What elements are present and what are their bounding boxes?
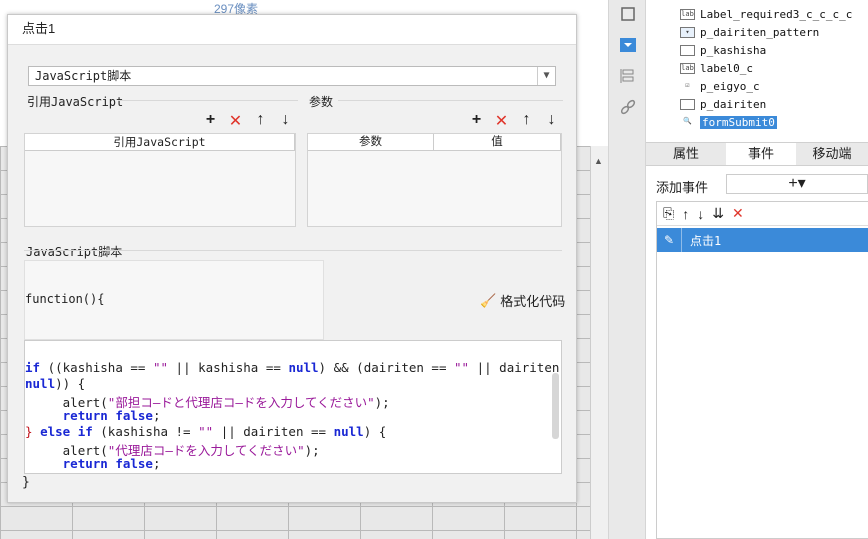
event-editor-dialog: 点击1 JavaScript脚本 ▼ 引用JavaScript + ✕ ↑ ↓ …	[7, 14, 577, 503]
col-param: 参数	[308, 134, 434, 150]
code-line: return false;	[62, 456, 161, 471]
tree-item[interactable]: ☑ p_eigyo_c	[680, 77, 760, 95]
param-toolbar: + ✕ ↑ ↓	[468, 111, 560, 131]
delete-icon[interactable]: ✕	[227, 111, 244, 131]
dropdown-widget-icon[interactable]	[618, 35, 638, 55]
edit-pencil-icon[interactable]: ✎	[657, 228, 682, 252]
dialog-title: 点击1	[8, 15, 576, 45]
tab-mobile[interactable]: 移动端	[796, 143, 868, 165]
move-down-icon[interactable]: ↓	[543, 111, 560, 131]
table-header: 参数 值	[308, 134, 561, 151]
right-panel: lab Label_required3_c_c_c_c ▾ p_dairiten…	[646, 0, 868, 539]
move-bottom-icon[interactable]: ⇊	[712, 205, 724, 222]
delete-icon[interactable]: ✕	[732, 205, 744, 222]
table-header: 引用JavaScript	[25, 134, 295, 151]
add-icon[interactable]: +	[468, 111, 485, 131]
layout-widget-icon[interactable]	[618, 66, 638, 86]
label-widget-icon: lab	[680, 62, 695, 74]
col-value: 值	[434, 134, 561, 150]
delete-icon[interactable]: ✕	[493, 111, 510, 131]
divider	[338, 100, 563, 101]
tree-item[interactable]: lab Label_required3_c_c_c_c	[680, 5, 852, 23]
tree-item-selected[interactable]: 🔍 formSubmit0	[680, 113, 777, 131]
function-signature: function(){	[25, 292, 105, 306]
format-code-button[interactable]: 🧹 格式化代码	[480, 291, 565, 310]
textbox-widget-icon	[680, 44, 695, 56]
event-row-selected[interactable]: ✎ 点击1	[657, 228, 868, 252]
add-event-row: 添加事件 +▾	[646, 172, 868, 198]
property-tabs: 属性 事件 移动端	[646, 142, 868, 166]
tab-properties[interactable]: 属性	[646, 143, 726, 165]
col-ref-js: 引用JavaScript	[25, 134, 295, 150]
param-table[interactable]: 参数 值	[307, 133, 562, 227]
ref-js-toolbar: + ✕ ↑ ↓	[202, 111, 294, 131]
code-line: } else if (kashisha != "" || dairiten ==…	[25, 424, 387, 439]
copy-icon[interactable]: ⎘	[663, 205, 674, 222]
tree-item[interactable]: p_kashisha	[680, 41, 766, 59]
code-editor[interactable]: if ((kashisha == "" || kashisha == null)…	[24, 340, 562, 474]
divider	[118, 100, 298, 101]
scroll-up-arrow-icon[interactable]: ▲	[594, 156, 603, 166]
broom-icon: 🧹	[480, 292, 497, 308]
textbox-widget-icon	[680, 98, 695, 110]
move-up-icon[interactable]: ↑	[682, 206, 689, 222]
checkbox-widget-icon: ☑	[680, 80, 695, 92]
event-list: ⎘ ↑ ↓ ⇊ ✕ ✎ 点击1	[656, 201, 868, 539]
label-widget-icon: lab	[680, 8, 695, 20]
form-search-icon: 🔍	[680, 116, 695, 128]
vertical-toolbar	[608, 0, 646, 539]
move-down-icon[interactable]: ↓	[277, 111, 294, 131]
ref-js-table[interactable]: 引用JavaScript	[24, 133, 296, 227]
move-up-icon[interactable]: ↑	[252, 111, 269, 131]
add-event-label: 添加事件	[656, 180, 709, 195]
add-event-button[interactable]: +▾	[726, 174, 868, 194]
add-icon[interactable]: +	[202, 111, 219, 131]
script-type-select[interactable]: JavaScript脚本 ▼	[28, 66, 556, 86]
ref-js-section-label: 引用JavaScript	[27, 95, 124, 109]
tree-item[interactable]: ▾ p_dairiten_pattern	[680, 23, 819, 41]
move-down-icon[interactable]: ↓	[697, 206, 704, 222]
dropdown-widget-icon: ▾	[680, 26, 695, 38]
divider	[24, 250, 562, 251]
code-line: return false;	[62, 408, 161, 423]
code-line: null)) {	[25, 376, 86, 391]
closing-brace: }	[22, 475, 30, 490]
link-icon[interactable]	[618, 97, 638, 117]
script-section-label: JavaScript脚本	[26, 245, 123, 259]
tab-events[interactable]: 事件	[726, 143, 796, 165]
crop-frame-icon[interactable]	[618, 4, 638, 24]
move-up-icon[interactable]: ↑	[518, 111, 535, 131]
tree-item[interactable]: lab label0_c	[680, 59, 753, 77]
tree-item[interactable]: p_dairiten	[680, 95, 766, 113]
code-scrollbar[interactable]	[552, 373, 559, 439]
chevron-down-icon[interactable]: ▼	[537, 67, 555, 85]
grid-scrollbar[interactable]	[590, 146, 608, 539]
event-toolbar: ⎘ ↑ ↓ ⇊ ✕	[657, 202, 868, 226]
code-line: if ((kashisha == "" || kashisha == null)…	[25, 360, 560, 375]
param-section-label: 参数	[309, 95, 334, 109]
